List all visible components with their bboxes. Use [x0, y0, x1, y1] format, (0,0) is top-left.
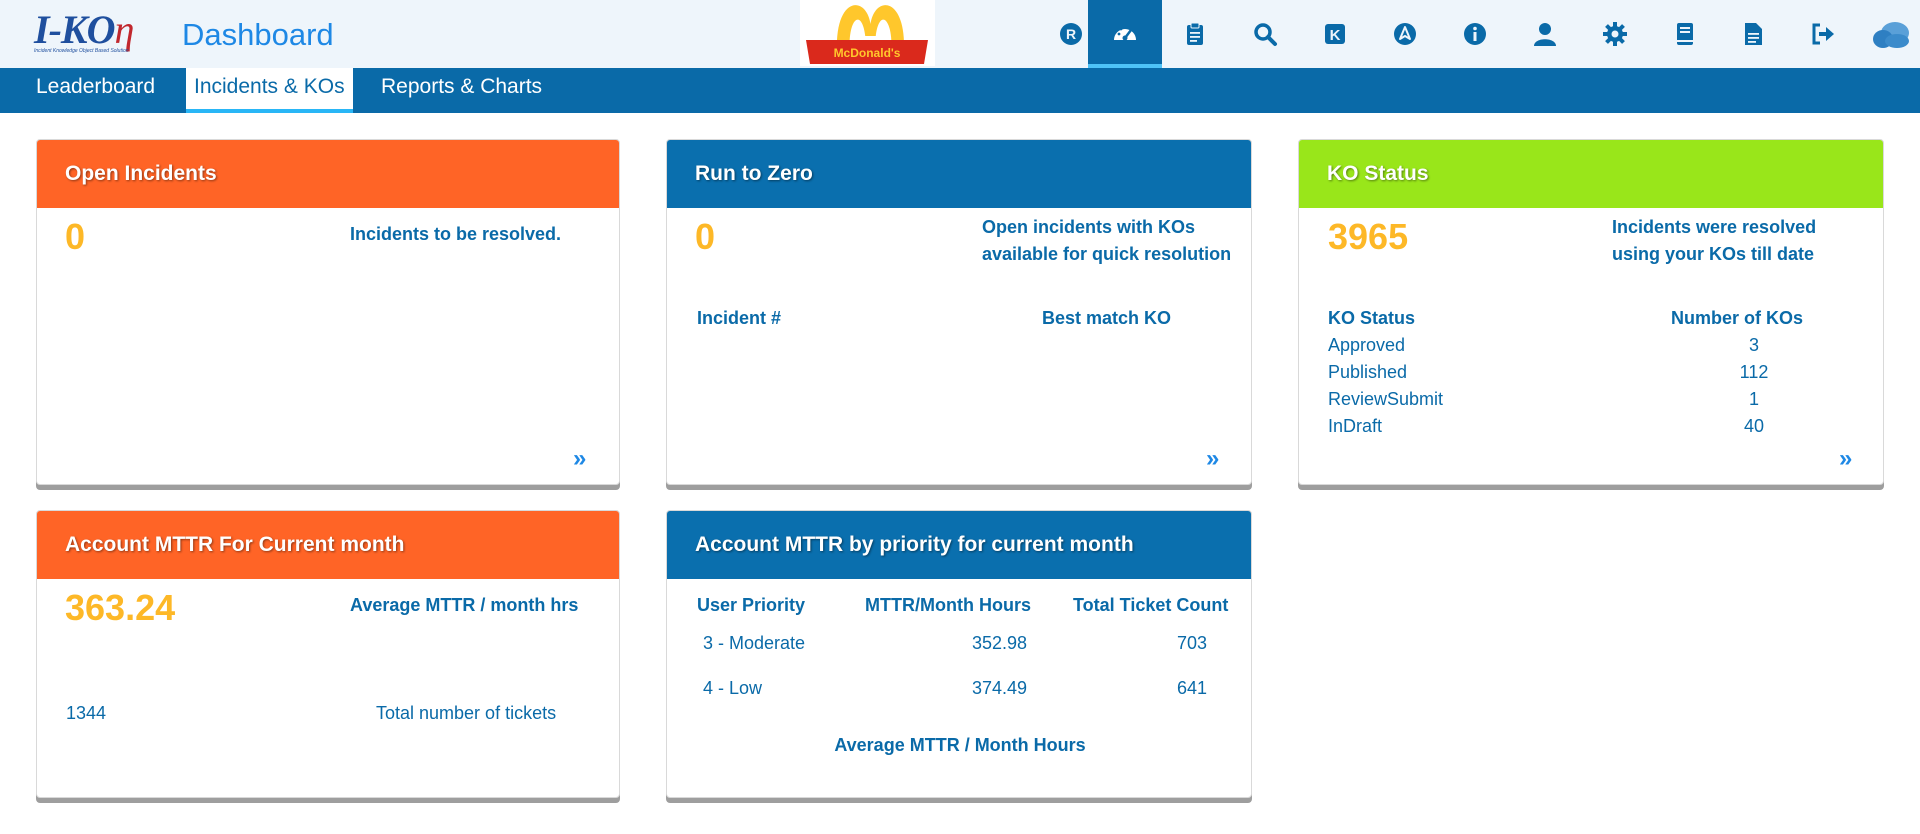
cloud-icon[interactable] — [1854, 0, 1920, 68]
mttr-average-label: Average MTTR / month hrs — [350, 595, 579, 615]
run-to-zero-description-line2: available for quick resolution — [982, 244, 1232, 264]
logo-eta: η — [114, 7, 134, 52]
k-icon[interactable]: K — [1298, 0, 1372, 68]
run-to-zero-count: 0 — [695, 216, 716, 257]
ko-status-more-link[interactable]: » — [1839, 445, 1852, 473]
ko-status-row-label: Published — [1328, 362, 1408, 382]
card-title: Open Incidents — [37, 140, 619, 208]
mcdonalds-logo: McDonald's — [800, 0, 935, 66]
sign-out-icon[interactable] — [1786, 0, 1860, 68]
ko-status-description-line1: Incidents were resolved — [1612, 217, 1817, 237]
run-to-zero-more-link[interactable]: » — [1206, 445, 1219, 473]
run-to-zero-description-line1: Open incidents with KOs — [982, 217, 1196, 237]
gear-icon[interactable] — [1578, 0, 1652, 68]
top-header: I-KOη Incident Knowledge Object Based So… — [0, 0, 1920, 68]
card-title: KO Status — [1299, 140, 1883, 208]
col-header-mttr-hours: MTTR/Month Hours — [865, 595, 1031, 615]
mttr-average-value: 363.24 — [65, 587, 176, 628]
col-header-best-match: Best match KO — [1042, 308, 1172, 328]
open-incidents-card: Open Incidents 0 Incidents to be resolve… — [36, 139, 620, 485]
ko-status-row-value: 1 — [1748, 389, 1759, 409]
search-icon[interactable] — [1228, 0, 1302, 68]
tab-bar: Leaderboard Incidents & KOs Reports & Ch… — [0, 68, 1920, 113]
dashboard-gauge-icon[interactable] — [1088, 0, 1162, 68]
document-icon[interactable] — [1716, 0, 1790, 68]
run-to-zero-card: Run to Zero 0 Open incidents with KOs av… — [666, 139, 1252, 485]
priority-row-count: 703 — [1176, 633, 1207, 653]
total-tickets-label: Total number of tickets — [376, 703, 557, 723]
ko-status-row-value: 40 — [1743, 416, 1765, 436]
tab-incidents-kos[interactable]: Incidents & KOs — [186, 68, 353, 113]
col-header-user-priority: User Priority — [697, 595, 806, 615]
book-icon[interactable] — [1648, 0, 1722, 68]
ko-status-row-label: Approved — [1328, 335, 1406, 355]
account-mttr-card: Account MTTR For Current month 363.24 Av… — [36, 510, 620, 798]
card-title: Account MTTR For Current month — [37, 511, 619, 579]
priority-row-label: 4 - Low — [703, 678, 763, 698]
navigation-icon[interactable] — [1368, 0, 1442, 68]
col-header-number-of-kos: Number of KOs — [1671, 308, 1804, 328]
col-header-incident: Incident # — [697, 308, 782, 328]
open-incidents-description: Incidents to be resolved. — [350, 224, 562, 244]
card-title: Run to Zero — [667, 140, 1251, 208]
tab-reports-charts[interactable]: Reports & Charts — [373, 68, 550, 113]
col-header-ticket-count: Total Ticket Count — [1073, 595, 1229, 615]
priority-row-label: 3 - Moderate — [703, 633, 806, 653]
page-title: Dashboard — [182, 17, 334, 52]
total-tickets-value: 1344 — [66, 703, 107, 723]
logo-tagline: Incident Knowledge Object Based Solution — [34, 48, 129, 54]
ko-status-row-value: 112 — [1739, 362, 1769, 382]
priority-row-mttr: 374.49 — [971, 678, 1027, 698]
tab-leaderboard[interactable]: Leaderboard — [28, 68, 163, 113]
ko-resolved-count: 3965 — [1328, 216, 1409, 257]
ko-status-card: KO Status 3965 Incidents were resolved u… — [1298, 139, 1884, 485]
app-logo[interactable]: I-KOη Incident Knowledge Object Based So… — [34, 10, 154, 60]
user-icon[interactable] — [1508, 0, 1582, 68]
ko-status-row-label: InDraft — [1328, 416, 1383, 436]
brand-text: McDonald's — [834, 46, 901, 60]
priority-row-mttr: 352.98 — [971, 633, 1027, 653]
card-title: Account MTTR by priority for current mon… — [667, 511, 1251, 579]
col-header-ko-status: KO Status — [1328, 308, 1416, 328]
priority-row-count: 641 — [1176, 678, 1207, 698]
svg-text:K: K — [1330, 27, 1341, 44]
ko-status-description-line2: using your KOs till date — [1612, 244, 1815, 264]
mttr-priority-footer: Average MTTR / Month Hours — [834, 735, 1086, 755]
info-icon[interactable] — [1438, 0, 1512, 68]
clipboard-icon[interactable] — [1158, 0, 1232, 68]
open-incidents-count: 0 — [65, 216, 86, 257]
logo-text: I-KO — [34, 7, 115, 52]
ko-status-row-value: 3 — [1748, 335, 1759, 355]
open-incidents-more-link[interactable]: » — [573, 445, 586, 473]
svg-text:R: R — [1066, 26, 1076, 42]
mttr-priority-card: Account MTTR by priority for current mon… — [666, 510, 1252, 798]
ko-status-row-label: ReviewSubmit — [1328, 389, 1444, 409]
